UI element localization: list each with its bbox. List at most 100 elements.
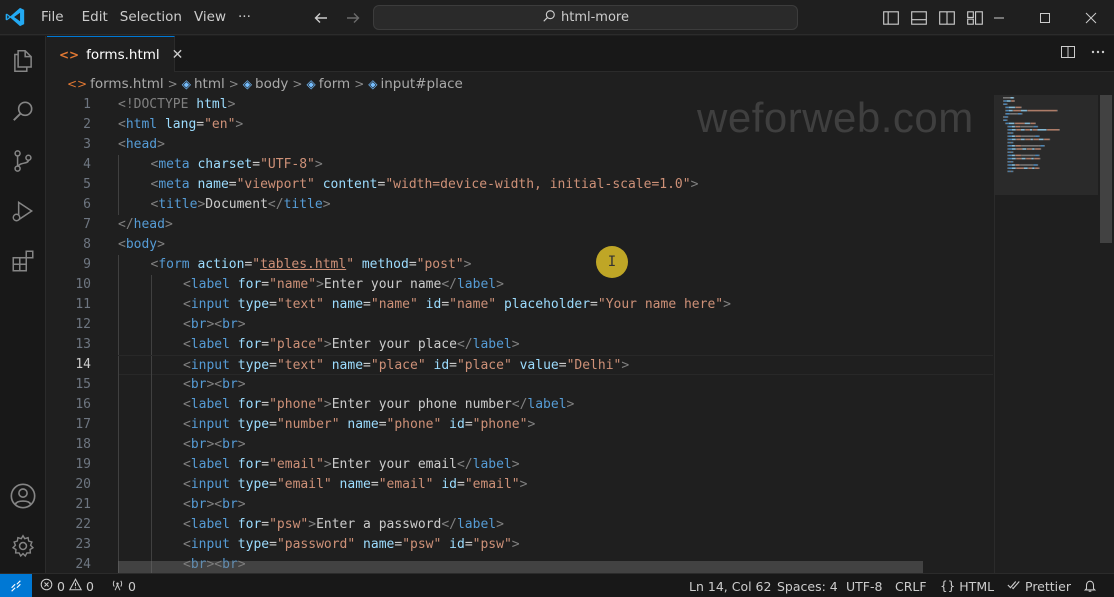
code-token: method	[354, 257, 409, 272]
minimize-icon[interactable]	[976, 0, 1022, 35]
code-line[interactable]: <body>	[118, 235, 993, 255]
explorer-icon[interactable]	[0, 37, 46, 85]
remote-indicator-icon[interactable]	[0, 574, 32, 597]
code-line[interactable]: <input type="text" name="name" id="name"…	[118, 295, 993, 315]
menu-view[interactable]: View	[188, 0, 232, 35]
code-line[interactable]: <label for="email">Enter your email</lab…	[118, 455, 993, 475]
menu-selection[interactable]: Selection	[114, 0, 188, 35]
window-controls	[976, 0, 1114, 35]
account-icon[interactable]	[0, 472, 46, 520]
code-line[interactable]: <label for="psw">Enter a password</label…	[118, 515, 993, 535]
search-view-icon[interactable]	[0, 87, 46, 135]
vertical-scrollbar[interactable]	[1098, 95, 1114, 573]
horizontal-scrollbar[interactable]	[118, 561, 923, 573]
toggle-primary-sidebar-icon[interactable]	[882, 9, 900, 27]
breadcrumb-file[interactable]: <> forms.html	[67, 76, 164, 92]
minimap-token	[1005, 113, 1010, 115]
code-token: Enter your place	[331, 337, 457, 352]
chevron-right-icon: >	[354, 77, 365, 91]
code-line[interactable]: <label for="name">Enter your name</label…	[118, 275, 993, 295]
minimap-token	[1011, 154, 1015, 157]
code-token: =	[464, 417, 473, 432]
language-mode[interactable]: {} HTML	[940, 574, 994, 597]
forward-arrow-icon[interactable]	[342, 7, 364, 29]
source-control-icon[interactable]	[0, 137, 46, 185]
split-editor-icon[interactable]	[1060, 44, 1076, 64]
element-icon: ◈	[368, 77, 378, 91]
code-token: label	[190, 277, 230, 292]
minimap-token	[1043, 138, 1045, 141]
code-token: head	[125, 137, 158, 152]
code-line[interactable]: <input type="text" name="place" id="plac…	[118, 355, 993, 376]
notifications-bell-icon[interactable]	[1083, 574, 1097, 597]
code-line[interactable]: <title>Document</title>	[118, 195, 993, 215]
code-token: Enter your phone number	[331, 397, 512, 412]
code-token: ><	[206, 437, 223, 452]
toggle-panel-icon[interactable]	[910, 9, 928, 27]
code-line[interactable]: <br><br>	[118, 375, 993, 395]
code-line[interactable]: <meta name="viewport" content="width=dev…	[118, 175, 993, 195]
line-number: 15	[75, 377, 91, 392]
code-area[interactable]: <!DOCTYPE html> <html lang="en"> <head> <me…	[118, 95, 993, 573]
minimap-token	[1009, 161, 1012, 163]
minimap-token	[1012, 141, 1014, 144]
code-token: "name"	[449, 297, 497, 312]
code-line[interactable]: <form action="tables.html" method="post"…	[118, 255, 993, 275]
prettier-status[interactable]: Prettier	[1007, 574, 1071, 597]
code-editor[interactable]: 1 2 3 4 5 6 7 8 9 10 11 12 13 14 15 16 17 18 19 20 21 22 23 24 …	[47, 95, 993, 573]
code-token: Enter your email	[331, 457, 457, 472]
code-line[interactable]: <input type="email" name="email" id="ema…	[118, 475, 993, 495]
code-line[interactable]: <input type="password" name="psw" id="ps…	[118, 535, 993, 555]
breadcrumb-input-place[interactable]: ◈ input#place	[368, 76, 463, 92]
ports-indicator[interactable]: 0	[111, 574, 136, 597]
line-number: 3	[83, 137, 91, 152]
encoding-setting[interactable]: UTF-8	[846, 574, 882, 597]
breadcrumb-html[interactable]: ◈ html	[182, 76, 225, 92]
indent-guide	[150, 275, 152, 295]
menu-edit[interactable]: Edit	[76, 0, 114, 35]
code-token: >	[316, 277, 324, 292]
close-tab-icon[interactable]: ✕	[172, 47, 184, 63]
watermark: weforweb.com	[697, 94, 974, 141]
minimap-token	[1006, 103, 1008, 105]
cursor-position[interactable]: Ln 14, Col 62	[689, 574, 771, 597]
back-arrow-icon[interactable]	[310, 7, 332, 29]
vertical-scrollbar-thumb[interactable]	[1100, 95, 1112, 243]
toggle-secondary-sidebar-icon[interactable]	[938, 9, 956, 27]
code-token: "email"	[269, 457, 324, 472]
menu-file[interactable]: File	[35, 0, 70, 35]
code-token: Enter your name	[323, 277, 442, 292]
manage-gear-icon[interactable]	[0, 522, 46, 570]
code-line[interactable]: </head>	[118, 215, 993, 235]
breadcrumb-label: body	[255, 76, 289, 92]
close-window-icon[interactable]	[1068, 0, 1114, 35]
menu-more[interactable]: ···	[232, 0, 257, 35]
code-line[interactable]: <br><br>	[118, 495, 993, 515]
minimap-token	[1032, 148, 1035, 150]
minimap-token	[1047, 129, 1060, 131]
code-line[interactable]: <input type="number" name="phone" id="ph…	[118, 415, 993, 435]
extensions-icon[interactable]	[0, 237, 46, 285]
code-token: id	[417, 297, 442, 312]
more-actions-icon[interactable]	[1090, 44, 1106, 64]
code-line[interactable]: <br><br>	[118, 315, 993, 335]
mouse-cursor-highlight: I	[596, 246, 628, 278]
run-debug-icon[interactable]	[0, 187, 46, 235]
code-line[interactable]: <label for="place">Enter your place</lab…	[118, 335, 993, 355]
code-line[interactable]: <label for="phone">Enter your phone numb…	[118, 395, 993, 415]
tab-forms-html[interactable]: <> forms.html ✕	[47, 36, 183, 72]
code-line[interactable]: <br><br>	[118, 435, 993, 455]
line-ending-setting[interactable]: CRLF	[895, 574, 927, 597]
code-token: for	[229, 277, 262, 292]
minimap-token	[1016, 138, 1021, 141]
command-center-search[interactable]: html-more	[373, 5, 798, 30]
code-line[interactable]: <meta charset="UTF-8">	[118, 155, 993, 175]
minimap-token	[1049, 138, 1051, 141]
minimap-token	[1009, 113, 1011, 115]
breadcrumb-body[interactable]: ◈ body	[243, 76, 289, 92]
problems-indicator[interactable]: 0 0	[40, 574, 94, 597]
maximize-icon[interactable]	[1022, 0, 1068, 35]
breadcrumb-form[interactable]: ◈ form	[306, 76, 350, 92]
minimap[interactable]	[994, 95, 1099, 573]
indentation-setting[interactable]: Spaces: 4	[777, 574, 838, 597]
